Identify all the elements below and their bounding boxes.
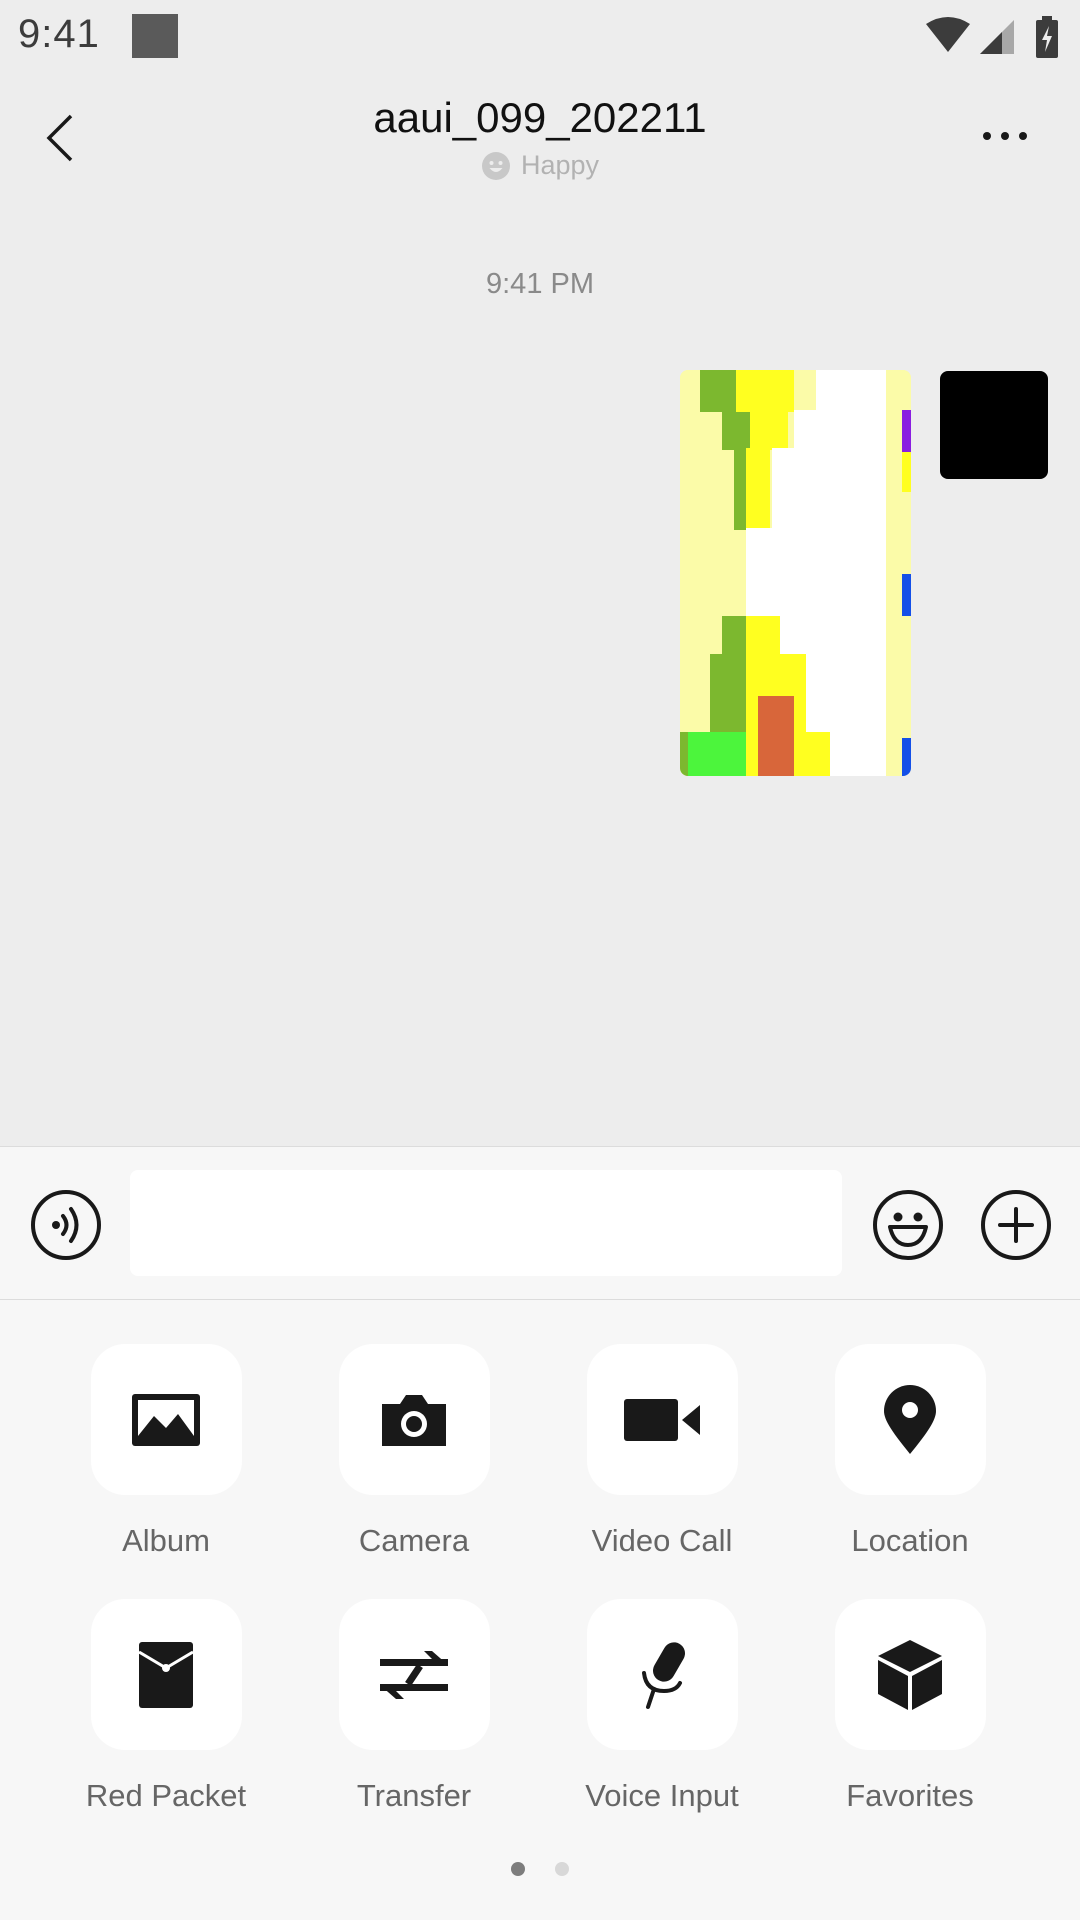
tool-video-call[interactable]: Video Call <box>538 1344 786 1559</box>
tool-tile[interactable] <box>338 1344 490 1495</box>
emoji-icon[interactable] <box>872 1189 944 1261</box>
tool-label: Favorites <box>846 1778 974 1813</box>
tool-location[interactable]: Location <box>786 1344 1034 1559</box>
tool-tile[interactable] <box>90 1344 242 1495</box>
tool-tile[interactable] <box>834 1599 986 1750</box>
chat-title: aaui_099_202211 <box>373 94 707 141</box>
cube-icon <box>878 1639 942 1710</box>
image-message[interactable] <box>680 370 911 776</box>
voice-toggle-icon[interactable] <box>30 1189 102 1261</box>
battery-icon <box>1036 16 1058 58</box>
message-input[interactable] <box>130 1170 842 1276</box>
more-options-button[interactable] <box>970 116 1040 156</box>
tool-label: Location <box>851 1523 969 1558</box>
happy-face-icon <box>481 151 510 180</box>
tool-transfer[interactable]: Transfer <box>290 1599 538 1814</box>
tool-album[interactable]: Album <box>42 1344 290 1559</box>
tool-label: Voice Input <box>585 1778 739 1813</box>
tool-tile[interactable] <box>586 1599 738 1750</box>
tool-label: Red Packet <box>85 1778 247 1813</box>
tool-favorites[interactable]: Favorites <box>786 1599 1034 1814</box>
tool-tile[interactable] <box>586 1344 738 1495</box>
microphone-icon <box>642 1641 685 1709</box>
tool-tile[interactable] <box>338 1599 490 1750</box>
video-call-icon <box>624 1398 700 1441</box>
more-dot-icon <box>983 132 991 140</box>
more-dot-icon <box>1001 132 1009 140</box>
album-icon <box>132 1393 200 1446</box>
page-dot-active[interactable] <box>511 1862 525 1876</box>
tool-camera[interactable]: Camera <box>290 1344 538 1559</box>
page-indicator <box>0 1862 1080 1876</box>
tool-tile[interactable] <box>834 1344 986 1495</box>
status-text: Happy <box>520 150 600 180</box>
red-packet-icon <box>138 1641 194 1708</box>
tool-label: Camera <box>358 1523 470 1558</box>
contact-status: Happy <box>0 150 1080 181</box>
camera-icon <box>382 1394 446 1446</box>
tool-tile[interactable] <box>90 1599 242 1750</box>
input-bar <box>0 1146 1080 1300</box>
tool-label: Album <box>122 1523 210 1558</box>
more-dot-icon <box>1019 132 1027 140</box>
tool-voice-input[interactable]: Voice Input <box>538 1599 786 1814</box>
avatar[interactable] <box>940 371 1048 479</box>
page-dot[interactable] <box>555 1862 569 1876</box>
message-timestamp: 9:41 PM <box>486 268 594 300</box>
location-pin-icon <box>884 1384 936 1454</box>
signal-icon <box>980 20 1014 54</box>
tool-red-packet[interactable]: Red Packet <box>42 1599 290 1814</box>
tool-label: Transfer <box>356 1778 472 1813</box>
wifi-icon <box>926 17 970 52</box>
transfer-icon <box>380 1650 448 1699</box>
status-time: 9:41 <box>18 12 100 56</box>
notification-icon <box>132 14 178 58</box>
chat-header: aaui_099_202211 Happy <box>0 76 1080 200</box>
tool-label: Video Call <box>591 1523 733 1558</box>
plus-icon[interactable] <box>980 1189 1052 1261</box>
message-image <box>680 370 911 776</box>
status-bar: 9:41 <box>0 0 1080 76</box>
